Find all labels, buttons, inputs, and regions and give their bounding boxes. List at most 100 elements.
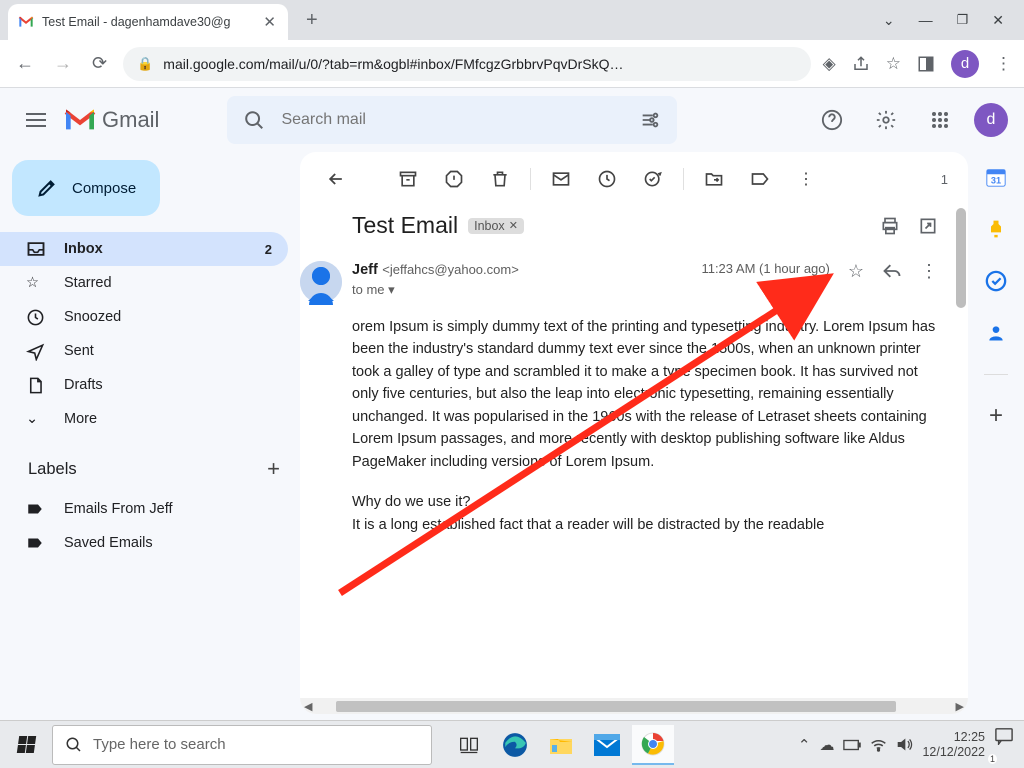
reply-icon[interactable]: [882, 261, 902, 281]
more-actions-icon[interactable]: ⋮: [786, 159, 826, 199]
nav-sent[interactable]: Sent: [0, 334, 288, 368]
send-icon: [26, 342, 46, 361]
settings-gear-icon[interactable]: [866, 100, 906, 140]
star-email-icon[interactable]: ☆: [848, 261, 864, 282]
gmail-logo[interactable]: Gmail: [64, 107, 159, 133]
notifications-icon[interactable]: 1: [994, 727, 1014, 762]
snooze-icon[interactable]: [587, 159, 627, 199]
recipient-line[interactable]: to me ▾: [352, 282, 687, 298]
battery-icon[interactable]: [843, 739, 861, 751]
scroll-right-icon[interactable]: ▶: [952, 700, 968, 713]
nav-starred[interactable]: ☆ Starred: [0, 266, 288, 300]
document-icon: [26, 376, 46, 395]
back-icon[interactable]: ←: [12, 49, 38, 78]
email-view: ⋮ 1 Test Email Inbox ✕: [300, 152, 968, 714]
forward-icon[interactable]: →: [50, 49, 76, 78]
back-to-inbox-icon[interactable]: [316, 159, 356, 199]
sender-avatar[interactable]: [300, 261, 342, 303]
nav-label: More: [64, 411, 97, 427]
mail-app-icon[interactable]: [586, 725, 628, 765]
inbox-chip[interactable]: Inbox ✕: [468, 218, 524, 234]
add-addon-icon[interactable]: +: [985, 405, 1007, 427]
task-view-icon[interactable]: [448, 725, 490, 765]
tab-title: Test Email - dagenhamdave30@g: [42, 15, 253, 29]
url-input[interactable]: 🔒 mail.google.com/mail/u/0/?tab=rm&ogbl#…: [123, 47, 811, 81]
labels-header: Labels +: [0, 436, 300, 492]
tray-chevron-icon[interactable]: ⌃: [798, 736, 811, 754]
add-to-tasks-icon[interactable]: [633, 159, 673, 199]
onedrive-icon[interactable]: ☁: [819, 736, 834, 754]
mark-unread-icon[interactable]: [541, 159, 581, 199]
page-indicator: 1: [941, 172, 952, 187]
calendar-icon[interactable]: 31: [985, 166, 1007, 188]
start-button[interactable]: [6, 725, 46, 765]
tasks-icon[interactable]: [985, 270, 1007, 292]
compose-label: Compose: [72, 180, 136, 197]
label-emails-from-jeff[interactable]: Emails From Jeff: [0, 492, 288, 526]
scroll-left-icon[interactable]: ◀: [300, 700, 316, 713]
help-icon[interactable]: [812, 100, 852, 140]
kebab-menu-icon[interactable]: ⋮: [995, 54, 1012, 74]
contacts-icon[interactable]: [985, 322, 1007, 344]
svg-text:31: 31: [991, 175, 1001, 185]
label-icon: [26, 534, 46, 552]
search-icon: [65, 736, 83, 754]
nav-snoozed[interactable]: Snoozed: [0, 300, 288, 334]
body-paragraph: It is a long established fact that a rea…: [352, 514, 938, 536]
wifi-icon[interactable]: [870, 738, 887, 752]
account-avatar[interactable]: d: [974, 103, 1008, 137]
search-icon[interactable]: [243, 109, 265, 131]
search-options-icon[interactable]: [639, 109, 661, 131]
nav-inbox[interactable]: Inbox 2: [0, 232, 288, 266]
close-tab-icon[interactable]: ✕: [261, 11, 278, 33]
volume-icon[interactable]: [896, 737, 913, 752]
vertical-scrollbar[interactable]: [956, 208, 966, 308]
search-input[interactable]: [281, 111, 623, 129]
browser-tab[interactable]: Test Email - dagenhamdave30@g ✕: [8, 4, 288, 40]
nav-label: Saved Emails: [64, 535, 153, 551]
open-new-window-icon[interactable]: [918, 216, 938, 236]
main-menu-button[interactable]: [16, 109, 56, 132]
extension-icon[interactable]: ◈: [823, 54, 836, 74]
sidebar: Compose Inbox 2 ☆ Starred Snoozed: [0, 152, 300, 720]
spam-icon[interactable]: [434, 159, 474, 199]
email-more-icon[interactable]: ⋮: [920, 261, 938, 282]
side-panel: 31 +: [968, 152, 1024, 720]
apps-grid-icon[interactable]: [920, 100, 960, 140]
bookmark-star-icon[interactable]: ☆: [886, 54, 901, 74]
profile-avatar[interactable]: d: [951, 50, 979, 78]
labels-icon[interactable]: [740, 159, 780, 199]
taskbar-clock[interactable]: 12:25 12/12/2022: [922, 730, 985, 759]
archive-icon[interactable]: [388, 159, 428, 199]
compose-button[interactable]: Compose: [12, 160, 160, 216]
add-label-icon[interactable]: +: [267, 456, 280, 482]
horizontal-scrollbar[interactable]: ◀ ▶: [300, 698, 968, 714]
windows-taskbar: Type here to search ⌃ ☁ 12:25 12/12/2022…: [0, 720, 1024, 768]
chrome-icon[interactable]: [632, 725, 674, 765]
label-icon: [26, 500, 46, 518]
label-saved-emails[interactable]: Saved Emails: [0, 526, 288, 560]
reading-list-icon[interactable]: [917, 55, 935, 73]
nav-more[interactable]: ⌄ More: [0, 402, 288, 436]
pencil-icon: [36, 177, 58, 199]
edge-icon[interactable]: [494, 725, 536, 765]
print-icon[interactable]: [880, 216, 900, 236]
move-to-icon[interactable]: [694, 159, 734, 199]
nav-drafts[interactable]: Drafts: [0, 368, 288, 402]
search-box[interactable]: [227, 96, 677, 144]
delete-icon[interactable]: [480, 159, 520, 199]
sender-name: Jeff: [352, 262, 378, 278]
new-tab-button[interactable]: +: [296, 3, 328, 38]
maximize-icon[interactable]: ❐: [957, 12, 969, 28]
window-controls: ⌄ — ❐ ✕: [883, 12, 1016, 29]
share-icon[interactable]: [852, 55, 870, 73]
taskbar-search[interactable]: Type here to search: [52, 725, 432, 765]
reload-icon[interactable]: ⟳: [88, 49, 111, 78]
close-window-icon[interactable]: ✕: [992, 12, 1004, 29]
chevron-down-icon[interactable]: ⌄: [883, 12, 895, 29]
scroll-thumb[interactable]: [336, 701, 896, 712]
file-explorer-icon[interactable]: [540, 725, 582, 765]
minimize-icon[interactable]: —: [919, 12, 933, 28]
keep-icon[interactable]: [985, 218, 1007, 240]
email-content: Test Email Inbox ✕ Jeff <jeffahcs@yahoo.…: [300, 200, 968, 698]
